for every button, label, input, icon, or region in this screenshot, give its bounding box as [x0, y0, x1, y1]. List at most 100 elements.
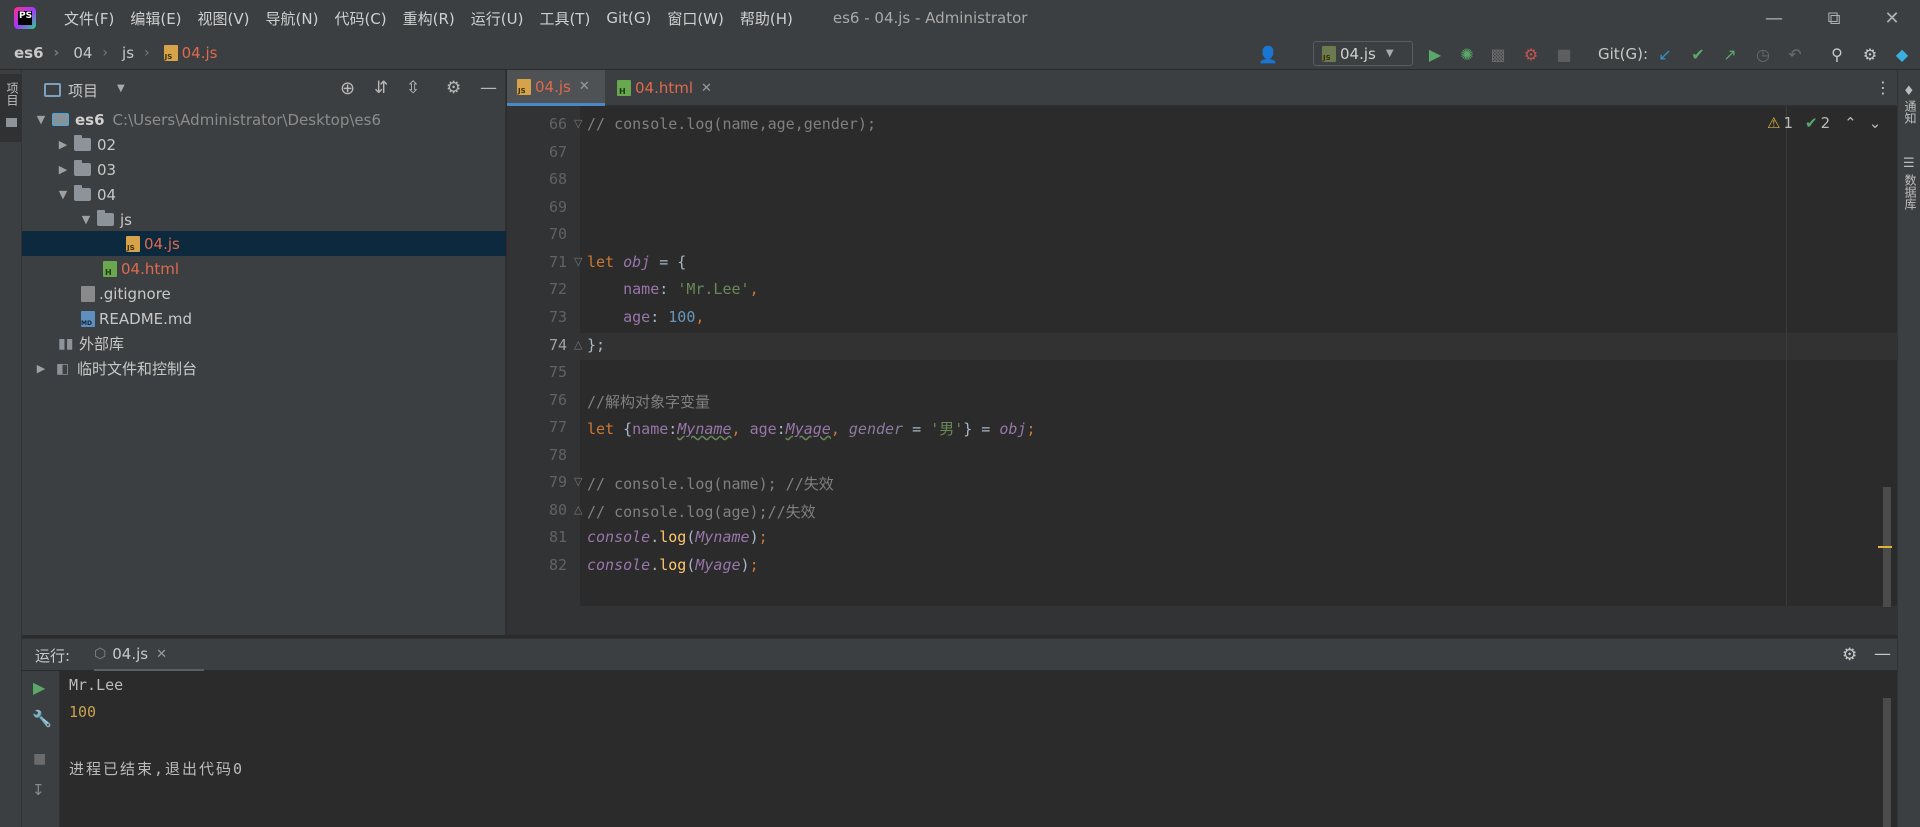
- chevron-right-icon[interactable]: ▶: [56, 138, 70, 151]
- chevron-down-icon[interactable]: ▼: [56, 188, 70, 201]
- tree-item-file-04-js[interactable]: 04.js: [22, 231, 506, 256]
- tree-item-label: 04: [97, 185, 117, 204]
- js-file-icon: [126, 235, 140, 252]
- tree-item-file-readme[interactable]: README.md: [22, 306, 506, 331]
- close-icon[interactable]: ✕: [1864, 0, 1920, 36]
- debug-icon[interactable]: ✺: [1457, 44, 1477, 64]
- rerun-icon[interactable]: ▶: [33, 678, 45, 697]
- warning-stripe-marker[interactable]: [1878, 546, 1892, 548]
- tab-04-html[interactable]: 04.html ✕: [607, 70, 727, 106]
- app-logo-icon[interactable]: PS: [14, 7, 36, 29]
- tab-04-js[interactable]: 04.js ✕: [507, 70, 605, 106]
- menu-code[interactable]: 代码(C): [326, 8, 394, 29]
- menu-navigate[interactable]: 导航(N): [258, 8, 327, 29]
- fold-marker-icon[interactable]: △: [574, 503, 582, 516]
- user-icon[interactable]: 👤: [1258, 44, 1278, 64]
- code-line-82: console.log(Myage);: [587, 556, 759, 574]
- close-tab-icon[interactable]: ✕: [701, 81, 712, 96]
- menu-window[interactable]: 窗口(W): [659, 8, 732, 29]
- menu-tools[interactable]: 工具(T): [531, 8, 598, 29]
- git-rollback-icon[interactable]: ↶: [1785, 44, 1805, 64]
- git-commit-icon[interactable]: ✔: [1688, 44, 1708, 64]
- minimize-icon[interactable]: —: [1746, 0, 1802, 36]
- profile-icon[interactable]: ⚙: [1521, 44, 1541, 64]
- run-icon[interactable]: ▶: [1425, 44, 1445, 64]
- tree-item-project-root[interactable]: ▼ es6 C:\Users\Administrator\Desktop\es6: [22, 107, 506, 132]
- fold-marker-icon[interactable]: ▽: [574, 475, 582, 488]
- hide-panel-icon[interactable]: —: [1874, 644, 1891, 664]
- expand-all-icon[interactable]: ⇵: [374, 78, 388, 98]
- git-history-icon[interactable]: ◷: [1753, 44, 1773, 64]
- console-scrollbar-thumb[interactable]: [1883, 698, 1891, 827]
- folder-icon: [74, 160, 91, 176]
- chevron-down-icon[interactable]: ▼: [34, 113, 48, 126]
- menu-file[interactable]: 文件(F): [56, 8, 122, 29]
- wrench-icon[interactable]: 🔧: [32, 709, 52, 728]
- settings-gear-icon[interactable]: ⚙: [1860, 44, 1880, 64]
- database-icon[interactable]: ☰: [1903, 156, 1915, 171]
- run-configuration-select[interactable]: 04.js ▼: [1313, 41, 1413, 66]
- chevron-down-icon[interactable]: ▼: [79, 213, 93, 226]
- breadcrumb-04[interactable]: 04 ›: [59, 44, 108, 62]
- search-icon[interactable]: ⚲: [1827, 44, 1847, 64]
- menu-help[interactable]: 帮助(H): [732, 8, 801, 29]
- weak-warning-icon: ✔: [1805, 114, 1818, 132]
- jetbrains-toolbox-icon[interactable]: ◆: [1892, 44, 1912, 64]
- tree-item-folder-03[interactable]: ▶ 03: [22, 157, 506, 182]
- collapse-all-icon[interactable]: ⇳: [406, 78, 420, 98]
- chevron-right-icon[interactable]: ▶: [34, 362, 48, 375]
- chevron-down-icon[interactable]: ▼: [117, 83, 125, 94]
- notifications-tab[interactable]: 通知: [1902, 100, 1919, 124]
- project-view-icon: [44, 83, 61, 97]
- line-number: 70: [548, 225, 567, 243]
- stop-icon[interactable]: ■: [33, 751, 46, 767]
- menu-run[interactable]: 运行(U): [463, 8, 532, 29]
- stop-icon[interactable]: ■: [1554, 44, 1574, 64]
- hide-panel-icon[interactable]: —: [480, 78, 497, 98]
- database-tab[interactable]: 数据库: [1902, 174, 1919, 210]
- scroll-to-end-icon[interactable]: ↧: [32, 781, 45, 799]
- run-console[interactable]: [22, 671, 1897, 827]
- menu-refactor[interactable]: 重构(R): [395, 8, 463, 29]
- git-push-icon[interactable]: ↗: [1720, 44, 1740, 64]
- tree-item-label: 02: [97, 135, 117, 154]
- tree-item-scratches[interactable]: ▶ ◧ 临时文件和控制台: [22, 356, 506, 381]
- locate-file-icon[interactable]: ⊕: [340, 78, 355, 99]
- next-highlight-icon[interactable]: ⌄: [1869, 114, 1882, 132]
- process-exit-message: 进程已结束,退出代码0: [69, 760, 245, 778]
- gear-icon[interactable]: ⚙: [446, 78, 461, 98]
- bell-icon[interactable]: ♦: [1903, 84, 1915, 99]
- fold-marker-icon[interactable]: ▽: [574, 255, 582, 268]
- breadcrumb-js[interactable]: js ›: [108, 44, 150, 62]
- fold-marker-icon[interactable]: ▽: [574, 117, 582, 130]
- menu-edit[interactable]: 编辑(E): [122, 8, 189, 29]
- menu-git[interactable]: Git(G): [598, 9, 659, 27]
- run-tab-04-js[interactable]: ⬡ 04.js ✕: [94, 639, 204, 672]
- tree-item-file-gitignore[interactable]: .gitignore: [22, 281, 506, 306]
- tree-item-file-04-html[interactable]: 04.html: [22, 256, 506, 281]
- git-update-icon[interactable]: ↙: [1655, 44, 1675, 64]
- breadcrumb-file[interactable]: 04.js: [150, 44, 217, 62]
- inspection-widget[interactable]: ⚠ 1 ✔ 2 ⌃ ⌄: [1767, 114, 1881, 132]
- line-number: 73: [548, 308, 567, 326]
- menu-view[interactable]: 视图(V): [190, 8, 258, 29]
- breadcrumb-es6[interactable]: es6 ›: [0, 44, 59, 62]
- gear-icon[interactable]: ⚙: [1842, 645, 1857, 665]
- project-tool-tab[interactable]: 项目: [0, 74, 22, 142]
- fold-marker-icon[interactable]: △: [574, 338, 582, 351]
- tree-item-folder-02[interactable]: ▶ 02: [22, 132, 506, 157]
- tree-item-label: .gitignore: [99, 284, 171, 303]
- previous-highlight-icon[interactable]: ⌃: [1844, 114, 1857, 132]
- tree-item-folder-04[interactable]: ▼ 04: [22, 182, 506, 207]
- coverage-icon[interactable]: ▩: [1488, 44, 1508, 64]
- tree-item-external-libraries[interactable]: ▮▮ 外部库: [22, 331, 506, 356]
- chevron-right-icon[interactable]: ▶: [56, 163, 70, 176]
- code-line-71: let obj = {: [587, 253, 687, 271]
- close-tab-icon[interactable]: ✕: [579, 79, 590, 94]
- project-tool-label: 项目: [5, 82, 19, 106]
- project-panel-title[interactable]: 项目: [68, 80, 98, 101]
- tree-item-folder-js[interactable]: ▼ js: [22, 207, 506, 232]
- more-options-icon[interactable]: ⋮: [1875, 78, 1891, 97]
- close-tab-icon[interactable]: ✕: [156, 647, 167, 662]
- restore-icon[interactable]: ⧉: [1806, 0, 1862, 36]
